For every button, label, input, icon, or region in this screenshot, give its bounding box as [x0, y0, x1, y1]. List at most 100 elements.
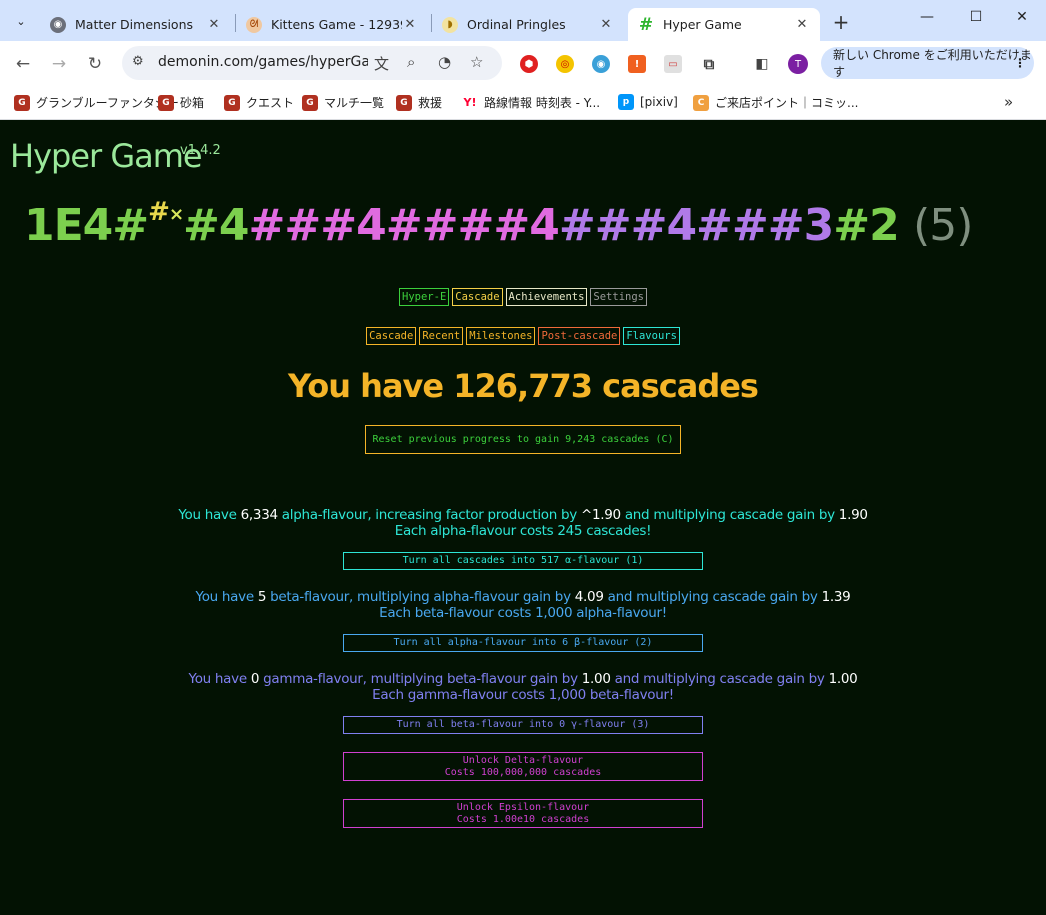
game-title: Hyper Game [10, 137, 203, 175]
translate-icon[interactable]: 文 [374, 53, 389, 74]
tab-hyper-e[interactable]: Hyper-E [399, 288, 450, 306]
convert-to-gamma-button[interactable]: Turn all beta-flavour into 0 γ-flavour (… [343, 716, 703, 734]
cascade-sub-tab-bar: Cascade Recent Milestones Post-cascade F… [0, 327, 1046, 345]
number-superscript: × [168, 204, 184, 225]
beta-flavour-cost: Each beta-flavour costs 1,000 alpha-flav… [379, 605, 667, 621]
browser-tab-strip: ⌄ ◉ Matter Dimensions ✕ ᘛ Kittens Game -… [0, 0, 1046, 41]
tab-settings[interactable]: Settings [590, 288, 647, 306]
chrome-update-button[interactable]: 新しい Chrome をご利用いただけます ⋮ [821, 47, 1034, 79]
bookmark-item[interactable]: G クエスト [224, 94, 294, 111]
forward-icon[interactable]: → [48, 54, 70, 74]
tab-matter-dimensions[interactable]: ◉ Matter Dimensions ✕ [40, 8, 232, 41]
minimize-icon[interactable]: — [912, 9, 942, 25]
game-version: v1.4.2 [180, 143, 221, 158]
number-superscript: # [148, 197, 170, 227]
bookmark-star-icon[interactable]: ☆ [470, 53, 483, 71]
unlock-delta-button[interactable]: Unlock Delta-flavour Costs 100,000,000 c… [343, 752, 703, 781]
zoom-icon[interactable]: ⌕ [407, 53, 415, 71]
unlock-epsilon-cost: Costs 1.00e10 cascades [456, 813, 590, 825]
granblue-icon: G [302, 94, 318, 111]
convert-to-beta-button[interactable]: Turn all alpha-flavour into 6 β-flavour … [343, 634, 703, 652]
tab-search-chevron-icon[interactable]: ⌄ [8, 8, 34, 34]
comic-icon: C [693, 94, 709, 111]
number-level: (5) [913, 200, 973, 251]
menu-dots-icon[interactable]: ⋮ [1014, 56, 1026, 70]
performance-icon[interactable]: ◔ [438, 53, 451, 71]
bookmark-item[interactable]: G 救援 [396, 94, 442, 111]
adblock-extension-icon[interactable]: ⬢ [520, 55, 538, 73]
granblue-icon: G [396, 94, 412, 111]
number-part: ###4###3 [558, 200, 834, 251]
gamma-flavour-info: You have 0 gamma-flavour, multiplying be… [0, 671, 1046, 703]
granblue-icon: G [158, 94, 174, 111]
cascade-reset-button[interactable]: Reset previous progress to gain 9,243 ca… [365, 425, 681, 454]
window-close-icon[interactable]: ✕ [1007, 9, 1037, 25]
reload-icon[interactable]: ↻ [84, 54, 106, 74]
granblue-icon: G [14, 94, 30, 111]
unlock-epsilon-button[interactable]: Unlock Epsilon-flavour Costs 1.00e10 cas… [343, 799, 703, 828]
subtab-recent[interactable]: Recent [419, 327, 464, 345]
number-part: #2 [833, 200, 899, 251]
unlock-epsilon-label: Unlock Epsilon-flavour [456, 801, 590, 813]
close-icon[interactable]: ✕ [598, 17, 614, 32]
side-panel-icon[interactable]: ◧ [753, 55, 771, 73]
subtab-milestones[interactable]: Milestones [466, 327, 536, 345]
number-part: ###4####4 [248, 200, 560, 251]
bookmark-item[interactable]: Y! 路線情報 時刻表 - Y... [462, 94, 601, 111]
convert-to-alpha-button[interactable]: Turn all cascades into 517 α-flavour (1) [343, 552, 703, 570]
unlock-delta-label: Unlock Delta-flavour [462, 754, 584, 766]
site-info-icon[interactable]: ⚙ [132, 54, 144, 69]
granblue-icon: G [224, 94, 240, 111]
bookmark-item[interactable]: p [pixiv] [618, 94, 678, 110]
pringles-icon: ◗ [442, 16, 458, 33]
close-icon[interactable]: ✕ [206, 17, 222, 32]
extensions-puzzle-icon[interactable]: ⧉ [700, 55, 718, 73]
bookmark-item[interactable]: C ご来店ポイント｜コミッ... [693, 94, 858, 111]
bookmark-item[interactable]: G 砂箱 [158, 94, 204, 111]
subtab-post-cascade[interactable]: Post-cascade [538, 327, 621, 345]
extension-blue-icon[interactable]: ◉ [592, 55, 610, 73]
tab-kittens-game[interactable]: ᘛ Kittens Game - 12939 = ✕ [236, 8, 428, 41]
bookmarks-bar: G グランブルーファンタジー G 砂箱 G クエスト G マルチ一覧 G 救援 … [0, 87, 1046, 120]
matter-icon: ◉ [50, 16, 66, 33]
back-icon[interactable]: ← [12, 54, 34, 74]
close-icon[interactable]: ✕ [402, 17, 418, 32]
extension-yellow-icon[interactable]: ◎ [556, 55, 574, 73]
new-tab-button[interactable]: + [830, 10, 852, 34]
tab-cascade[interactable]: Cascade [452, 288, 503, 306]
extension-alert-icon[interactable]: ! [628, 55, 646, 73]
gamma-flavour-line: You have 0 gamma-flavour, multiplying be… [188, 671, 858, 687]
game-page: Hyper Game v1.4.2 1E4##×#4###4####4###4#… [0, 121, 1046, 915]
extension-screenshot-icon[interactable]: ▭ [664, 55, 682, 73]
tab-achievements[interactable]: Achievements [505, 288, 588, 306]
hash-icon: # [638, 14, 654, 35]
gamma-flavour-cost: Each gamma-flavour costs 1,000 beta-flav… [372, 687, 674, 703]
browser-toolbar: ← → ↻ ⚙ demonin.com/games/hyperGa... 文 ⌕… [0, 41, 1046, 87]
kitten-icon: ᘛ [246, 16, 262, 33]
number-part: #4 [183, 200, 249, 251]
beta-flavour-info: You have 5 beta-flavour, multiplying alp… [0, 589, 1046, 621]
bookmark-item[interactable]: G マルチ一覧 [302, 94, 384, 111]
bookmarks-overflow-icon[interactable]: » [1004, 93, 1013, 111]
alpha-flavour-line: You have 6,334 alpha-flavour, increasing… [178, 507, 868, 523]
unlock-delta-cost: Costs 100,000,000 cascades [444, 766, 602, 778]
close-icon[interactable]: ✕ [794, 17, 810, 32]
tab-ordinal-pringles[interactable]: ◗ Ordinal Pringles ✕ [432, 8, 624, 41]
subtab-cascade[interactable]: Cascade [366, 327, 417, 345]
cascade-count-heading: You have 126,773 cascades [288, 367, 759, 405]
tab-hyper-game[interactable]: # Hyper Game ✕ [628, 8, 820, 41]
pixiv-icon: p [618, 94, 634, 110]
maximize-icon[interactable]: ☐ [961, 9, 991, 25]
hyper-e-number: 1E4##×#4###4####4###4###3#2 (5) [24, 197, 973, 251]
subtab-flavours[interactable]: Flavours [623, 327, 680, 345]
bookmark-item[interactable]: G グランブルーファンタジー [14, 94, 179, 111]
address-bar[interactable]: ⚙ demonin.com/games/hyperGa... 文 ⌕ ◔ ☆ [122, 46, 502, 80]
beta-flavour-line: You have 5 beta-flavour, multiplying alp… [195, 589, 851, 605]
number-part: 1E4# [24, 200, 149, 251]
yahoo-icon: Y! [463, 96, 477, 109]
url-text[interactable]: demonin.com/games/hyperGa... [158, 54, 368, 70]
profile-avatar[interactable]: T [788, 54, 808, 74]
main-tab-bar: Hyper-E Cascade Achievements Settings [0, 288, 1046, 306]
alpha-flavour-info: You have 6,334 alpha-flavour, increasing… [0, 507, 1046, 539]
alpha-flavour-cost: Each alpha-flavour costs 245 cascades! [394, 523, 652, 539]
